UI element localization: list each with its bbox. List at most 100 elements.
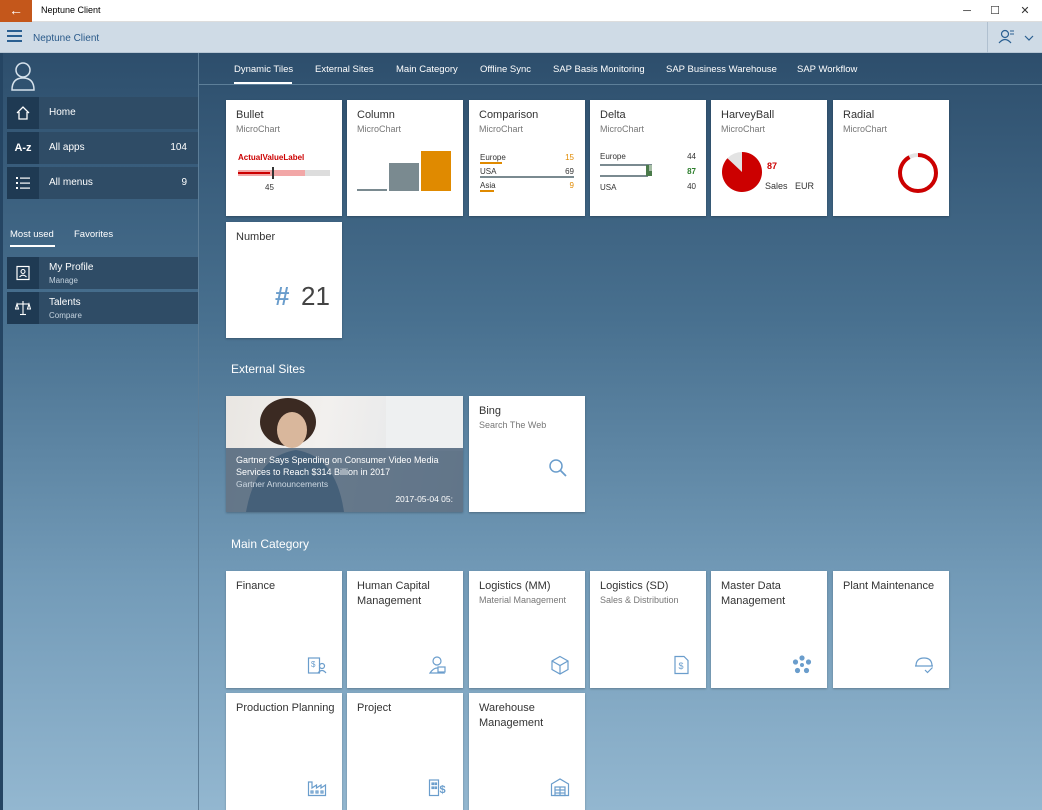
- tab-sap-business-warehouse[interactable]: SAP Business Warehouse: [666, 64, 777, 75]
- tab-favorites[interactable]: Favorites: [74, 229, 113, 240]
- delta-top-label: Europe: [600, 152, 626, 161]
- hamburger-icon[interactable]: [7, 30, 22, 44]
- maximize-button[interactable]: ☐: [980, 0, 1010, 22]
- delta-bottom-value: 40: [687, 182, 696, 191]
- tile-bing[interactable]: Bing Search The Web: [469, 396, 585, 512]
- delta-bottom-label: USA: [600, 183, 617, 192]
- svg-text:$: $: [679, 661, 684, 671]
- bullet-target-marker: [272, 167, 274, 179]
- person-icon[interactable]: [11, 61, 35, 91]
- finance-icon: $: [307, 657, 327, 674]
- sidebar-item-label: All apps: [49, 142, 85, 153]
- news-source: Gartner Announcements: [236, 479, 329, 489]
- user-settings-icon: [998, 29, 1034, 44]
- tile-column[interactable]: Column MicroChart: [347, 100, 463, 216]
- tab-main-category[interactable]: Main Category: [396, 64, 458, 75]
- building-dollar-icon: $: [428, 779, 446, 797]
- tile-master-data-management[interactable]: Master Data Management: [711, 571, 827, 688]
- harvey-label: Sales: [765, 181, 788, 191]
- tile-subtitle: MicroChart: [843, 124, 888, 134]
- home-icon: [7, 97, 39, 129]
- tile-project[interactable]: Project $: [347, 693, 463, 810]
- sidebar-item-talents[interactable]: Talents Compare: [7, 292, 198, 324]
- tile-subtitle: MicroChart: [721, 124, 766, 134]
- column-bar: [421, 151, 451, 191]
- sidebar-item-home[interactable]: Home: [7, 97, 198, 129]
- sidebar-item-all-apps[interactable]: A-z All apps 104: [7, 132, 198, 164]
- category-nav: Dynamic Tiles External Sites Main Catego…: [199, 53, 1042, 85]
- tile-title: Project: [357, 702, 392, 714]
- tile-subtitle: MicroChart: [357, 124, 402, 134]
- tab-most-used[interactable]: Most used: [10, 229, 54, 240]
- radial-arc: [898, 153, 938, 193]
- tile-title: Human Capital Management: [357, 580, 430, 607]
- tile-logistics-mm[interactable]: Logistics (MM) Material Management: [469, 571, 585, 688]
- tile-title: Production Planning: [236, 702, 335, 714]
- tile-title: Comparison: [479, 109, 539, 121]
- close-button[interactable]: ✕: [1010, 0, 1040, 22]
- tab-external-sites[interactable]: External Sites: [315, 64, 374, 75]
- harvey-value: 87: [767, 161, 778, 171]
- minimize-button[interactable]: ─: [952, 0, 982, 22]
- main-area: Home A-z All apps 104 All menus 9 Most u…: [0, 53, 1042, 810]
- tile-title: Logistics (SD): [600, 580, 669, 592]
- column-bar: [389, 163, 419, 191]
- tile-title: Master Data Management: [721, 580, 786, 607]
- tile-warehouse-management[interactable]: Warehouse Management: [469, 693, 585, 810]
- sidebar-item-label: My Profile: [49, 262, 94, 273]
- tile-comparison[interactable]: Comparison MicroChart Europe 15 USA 69 A…: [469, 100, 585, 216]
- comparison-row: Asia 9: [480, 181, 574, 193]
- tile-production-planning[interactable]: Production Planning: [226, 693, 342, 810]
- column-chart: [357, 151, 451, 191]
- tab-sap-workflow[interactable]: SAP Workflow: [797, 64, 857, 75]
- window-title: Neptune Client: [41, 5, 101, 15]
- tab-offline-sync[interactable]: Offline Sync: [480, 64, 531, 75]
- sidebar-item-all-menus[interactable]: All menus 9: [7, 167, 198, 199]
- tile-number[interactable]: Number # 21: [226, 222, 342, 338]
- warehouse-icon: [550, 778, 570, 797]
- bullet-chart: [238, 167, 330, 179]
- tile-human-capital-management[interactable]: Human Capital Management: [347, 571, 463, 688]
- sidebar-item-sublabel: Manage: [49, 276, 78, 285]
- invoice-icon: $: [674, 655, 689, 675]
- delta-top-value: 44: [687, 152, 696, 161]
- tile-harveyball[interactable]: HarveyBall MicroChart 87 Sales EUR: [711, 100, 827, 216]
- sidebar: Home A-z All apps 104 All menus 9 Most u…: [0, 53, 199, 810]
- factory-icon: [307, 781, 327, 797]
- tile-radial[interactable]: Radial MicroChart: [833, 100, 949, 216]
- tile-logistics-sd[interactable]: Logistics (SD) Sales & Distribution $: [590, 571, 706, 688]
- comparison-bar: [480, 190, 494, 192]
- sidebar-item-my-profile[interactable]: My Profile Manage: [7, 257, 198, 289]
- tile-title: Column: [357, 109, 395, 121]
- harvey-ball-chart: [722, 152, 762, 192]
- window-titlebar: ← Neptune Client ─ ☐ ✕: [0, 0, 1042, 22]
- a-z-icon: A-z: [7, 132, 39, 164]
- back-button[interactable]: ←: [0, 0, 32, 22]
- tab-sap-basis-monitoring[interactable]: SAP Basis Monitoring: [553, 64, 645, 75]
- tile-delta[interactable]: Delta MicroChart Europe 44 87 USA 40: [590, 100, 706, 216]
- comparison-row: Europe 15: [480, 153, 574, 165]
- sidebar-item-label: Talents: [49, 297, 81, 308]
- tab-active-indicator: [10, 245, 55, 247]
- tile-bullet[interactable]: Bullet MicroChart ActualValueLabel 45: [226, 100, 342, 216]
- user-menu-button[interactable]: [987, 22, 1042, 53]
- tile-title: Logistics (MM): [479, 580, 551, 592]
- tile-title: Radial: [843, 109, 875, 121]
- tile-subtitle: MicroChart: [236, 124, 281, 134]
- tile-finance[interactable]: Finance $: [226, 571, 342, 688]
- news-tile[interactable]: Gartner Says Spending on Consumer Video …: [226, 396, 463, 512]
- sidebar-item-count: 9: [181, 177, 187, 188]
- helmet-check-icon: [915, 657, 933, 674]
- tile-plant-maintenance[interactable]: Plant Maintenance: [833, 571, 949, 688]
- cube-icon: [551, 655, 569, 675]
- comparison-bar: [480, 162, 502, 164]
- tile-title: Delta: [600, 109, 626, 121]
- tile-title: Number: [236, 231, 276, 243]
- bullet-label: ActualValueLabel: [238, 153, 305, 162]
- sidebar-item-label: Home: [49, 107, 76, 118]
- number-hash: #: [275, 281, 290, 311]
- column-bar: [357, 189, 387, 191]
- harvey-unit: EUR: [795, 181, 815, 191]
- section-title-main-category: Main Category: [231, 537, 310, 551]
- tab-dynamic-tiles[interactable]: Dynamic Tiles: [234, 64, 293, 75]
